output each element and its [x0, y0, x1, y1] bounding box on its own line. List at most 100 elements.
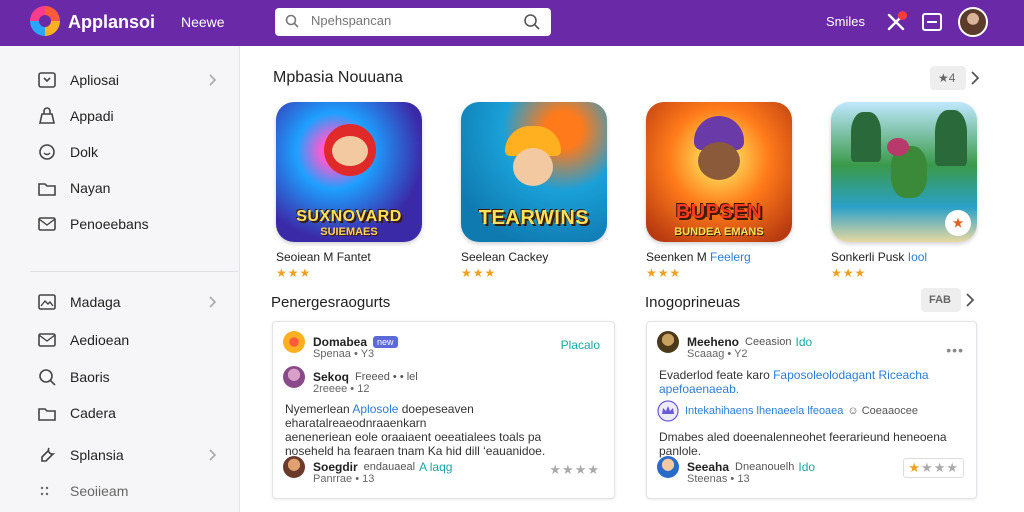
footer-meta: endauaeal	[363, 461, 416, 473]
game-name[interactable]: Seelean Cackey	[461, 250, 607, 264]
game-name[interactable]: Seoiean M Fantet	[276, 250, 422, 264]
reviews-right-title: Inogoprineuas	[645, 294, 741, 311]
user-avatar[interactable]	[958, 7, 988, 37]
window-icon[interactable]	[920, 10, 944, 34]
mail-icon	[38, 333, 56, 347]
chevron-right-icon[interactable]	[970, 70, 980, 86]
game-thumbnail[interactable]: BUPSEN BUNDEA EMANS	[646, 102, 792, 242]
footer-avatar[interactable]	[657, 456, 679, 478]
reply-name[interactable]: Sekoq	[313, 370, 349, 384]
sidebar-item-label: Baoris	[70, 369, 110, 385]
mail-icon	[38, 217, 56, 231]
review-body: Evaderlod feate karo Faposoleolodagant R…	[659, 368, 929, 396]
search-input[interactable]	[311, 13, 511, 28]
search-bar[interactable]	[275, 8, 551, 36]
review-stars: ★★★★	[549, 462, 600, 478]
sidebar-item-cadera[interactable]: Cadera	[36, 400, 226, 426]
game-thumbnail[interactable]: SUXNOVARD SUIEMAES	[276, 102, 422, 242]
link-row-text[interactable]: Intekahihaens lhenaeela lfeoaea	[685, 405, 843, 417]
game-name[interactable]: Seenken M Feelerg	[646, 250, 792, 264]
reviews-nav-pill[interactable]: FAB	[921, 288, 975, 312]
author-avatar[interactable]	[657, 331, 679, 353]
sidebar-item-label: Aedioean	[70, 332, 130, 348]
nav-link-new[interactable]: Neewe	[181, 14, 225, 30]
sidebar-divider	[30, 271, 238, 272]
header-label[interactable]: Smiles	[826, 14, 865, 29]
palm-tree-art	[935, 110, 967, 166]
game-card[interactable]: SUXNOVARD SUIEMAES Seoiean M Fantet ★★★	[276, 102, 422, 280]
star-icon: ★	[574, 462, 588, 477]
sidebar-item-appadi[interactable]: Appadi	[36, 103, 226, 129]
sidebar-item-splansia[interactable]: Splansia	[36, 442, 226, 468]
chevron-right-icon[interactable]	[965, 292, 975, 308]
sidebar: Apliosai Appadi Dolk Nayan Penoeebans Ma…	[0, 46, 240, 512]
footer-link[interactable]: Ido	[798, 460, 815, 474]
palm-tree-art	[851, 112, 881, 162]
folder-icon	[38, 183, 56, 196]
game-tile-title: TEARWINS	[478, 207, 590, 229]
game-name[interactable]: Sonkerli Pusk Iool	[831, 250, 977, 264]
sidebar-item-label: Appadi	[70, 108, 114, 124]
top-header: Applansoi Neewe Smiles	[0, 0, 1024, 46]
chevron-right-icon	[209, 296, 217, 308]
reviews-pill-label: FAB	[929, 294, 951, 306]
author-name[interactable]: Domabea	[313, 335, 367, 349]
game-card[interactable]: ★ Sonkerli Pusk Iool ★★★	[831, 102, 977, 280]
app-logo-icon[interactable]	[30, 6, 60, 36]
search-submit-icon[interactable]	[523, 13, 541, 31]
sidebar-item-label: Cadera	[70, 405, 116, 421]
sidebar-item-seoiieam[interactable]: Seoiieam	[36, 478, 226, 504]
review-card[interactable]: Meeheno Ceeasion Ido Scaaag • Y2 ••• Eva…	[646, 321, 977, 499]
more-options-icon[interactable]: •••	[946, 342, 964, 358]
reply-meta: Freeed • • lel	[355, 371, 418, 383]
reply-avatar[interactable]	[283, 366, 305, 388]
star-icon: ★	[933, 460, 947, 475]
app-name[interactable]: Applansoi	[68, 12, 155, 33]
notification-badge	[898, 11, 907, 20]
reply-sub: 2reeee • 12	[313, 383, 370, 395]
review-body-2: Dmabes aled doeenalenneohet feerarieund …	[659, 430, 947, 458]
review-stars: ★★★★	[903, 458, 964, 478]
sidebar-item-baoris[interactable]: Baoris	[36, 364, 226, 390]
game-thumbnail[interactable]: TEARWINS	[461, 102, 607, 242]
link-row[interactable]: Intekahihaens lhenaeela lfeoaea ☺ Coeaao…	[657, 400, 918, 422]
author-name[interactable]: Meeheno	[687, 335, 739, 349]
sidebar-item-madaga[interactable]: Madaga	[36, 289, 226, 315]
sidebar-item-label: Seoiieam	[70, 483, 129, 499]
game-rating: ★★★	[276, 266, 312, 280]
footer-name[interactable]: Seeaha	[687, 460, 729, 474]
review-card[interactable]: Domabea new Spenaa • Y3 Placalo Sekoq Fr…	[272, 321, 615, 499]
game-card[interactable]: BUPSEN BUNDEA EMANS Seenken M Feelerg ★★…	[646, 102, 792, 280]
game-thumbnail[interactable]: ★	[831, 102, 977, 242]
game-tile-title: BUPSEN	[675, 201, 763, 223]
sidebar-item-dolk[interactable]: Dolk	[36, 139, 226, 165]
star-icon: ★	[587, 462, 600, 477]
footer-avatar[interactable]	[283, 456, 305, 478]
star-icon: ★	[908, 460, 922, 475]
featured-nav-pill[interactable]: ★4	[930, 66, 980, 90]
character-face	[513, 148, 553, 186]
search-icon	[39, 369, 56, 386]
sidebar-item-penoeebans[interactable]: Penoeebans	[36, 211, 226, 237]
footer-link[interactable]: A laqg	[419, 460, 452, 474]
sidebar-item-apliosai[interactable]: Apliosai	[36, 67, 226, 93]
sidebar-item-nayan[interactable]: Nayan	[36, 175, 226, 201]
star-icon: ★	[946, 460, 959, 475]
wrench-icon	[41, 447, 56, 462]
sidebar-item-label: Dolk	[70, 144, 99, 160]
sidebar-item-aedioean[interactable]: Aedioean	[36, 327, 226, 353]
author-sub: Scaaag • Y2	[687, 348, 748, 360]
main-content: Mpbasia Nouuana ★4 SUXNOVARD SUIEMAES Se…	[240, 46, 1024, 512]
chevron-right-icon	[209, 449, 217, 461]
smile-icon	[39, 144, 55, 160]
status-label[interactable]: Placalo	[561, 338, 600, 352]
author-meta: Ceeasion	[745, 336, 792, 348]
author-avatar[interactable]	[283, 331, 305, 353]
folder-icon	[38, 408, 56, 421]
star-count: ★4	[938, 71, 956, 85]
footer-name[interactable]: Soegdir	[313, 460, 358, 474]
review-body: Nyemerlean Aplosole doepeseaven eharatal…	[285, 402, 546, 458]
author-link[interactable]: Ido	[796, 335, 813, 349]
game-card[interactable]: TEARWINS Seelean Cackey ★★★	[461, 102, 607, 280]
chevron-right-icon	[209, 74, 217, 86]
